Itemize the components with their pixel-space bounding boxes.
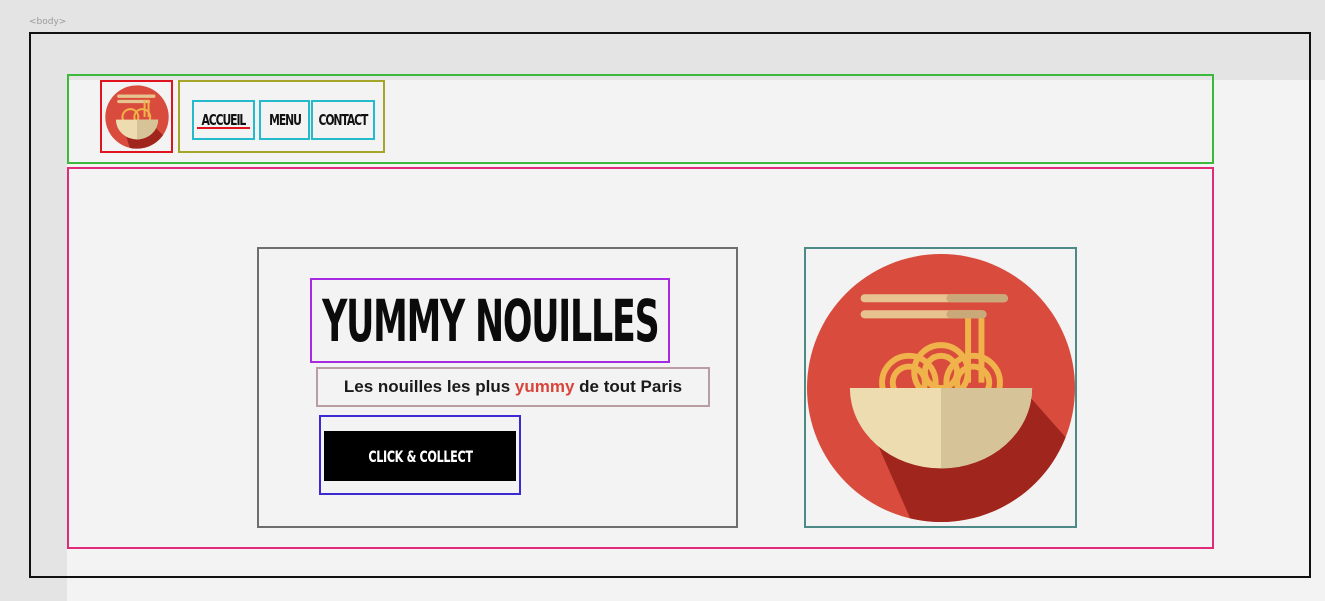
noodle-bowl-icon [806,253,1075,522]
main-navigation: ACCUEIL MENU CONTACT [178,80,385,153]
nav-item-label: MENU [268,111,302,129]
devtools-body-tag: <body> [29,17,67,27]
hero-image [804,247,1077,528]
subtitle-text-start: Les nouilles les plus [343,377,515,396]
cta-container: CLICK & COLLECT [319,415,521,495]
nav-item-label: ACCUEIL [201,111,247,129]
nav-item-menu[interactable]: MENU [259,100,310,140]
nav-item-contact[interactable]: CONTACT [311,100,375,140]
logo[interactable] [100,80,173,153]
nav-item-label: CONTACT [318,111,369,129]
nav-item-accueil[interactable]: ACCUEIL [192,100,255,140]
hero-subtitle: Les nouilles les plus yummy de tout Pari… [316,367,710,407]
subtitle-accent-word: yummy [514,377,575,396]
click-and-collect-button[interactable]: CLICK & COLLECT [324,431,516,481]
hero-title: YUMMY NOUILLES [321,286,660,355]
noodle-bowl-icon [104,84,169,149]
cta-label: CLICK & COLLECT [367,446,473,466]
hero-title-box: YUMMY NOUILLES [310,278,670,363]
subtitle-text-end: de tout Paris [574,377,683,396]
